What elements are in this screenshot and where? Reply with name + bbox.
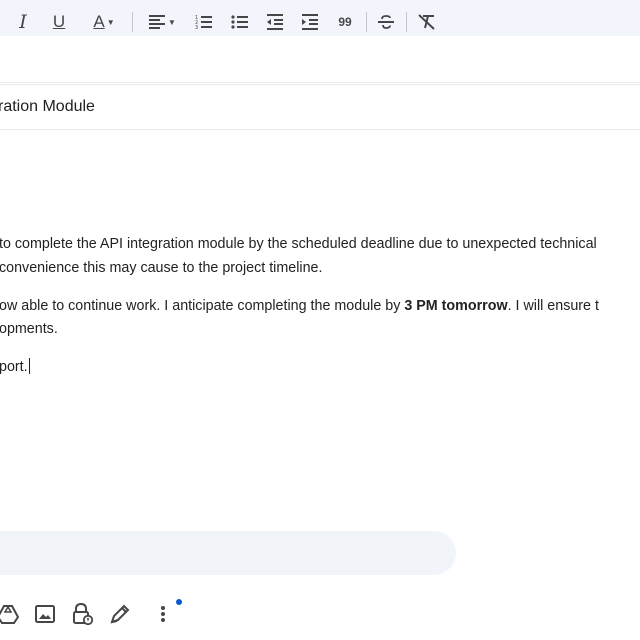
text-color-button[interactable]: A ▼ bbox=[84, 8, 124, 36]
toolbar-divider bbox=[366, 12, 367, 32]
clear-formatting-button[interactable] bbox=[414, 8, 440, 36]
text-color-icon: A bbox=[93, 12, 105, 31]
align-icon bbox=[149, 15, 166, 29]
body-line[interactable]: port. bbox=[0, 358, 30, 376]
confidential-mode-button[interactable] bbox=[70, 602, 94, 626]
subject-field[interactable]: ration Module bbox=[0, 84, 640, 130]
chevron-down-icon: ▼ bbox=[168, 17, 176, 27]
confidential-mode-icon bbox=[73, 603, 93, 625]
body-line[interactable]: ow able to continue work. I anticipate c… bbox=[0, 297, 599, 315]
body-bold-time: 3 PM tomorrow bbox=[404, 298, 508, 314]
italic-icon: I bbox=[19, 11, 27, 33]
align-button[interactable]: ▼ bbox=[142, 8, 182, 36]
body-text-segment: port. bbox=[0, 359, 28, 375]
signature-icon bbox=[110, 604, 130, 624]
more-options-button[interactable] bbox=[151, 602, 175, 626]
more-options-icon bbox=[161, 606, 165, 622]
subject-text[interactable]: ration Module bbox=[0, 98, 95, 116]
insert-photo-icon bbox=[35, 605, 55, 623]
toolbar-divider bbox=[132, 12, 133, 32]
recipients-divider bbox=[0, 82, 640, 83]
toolbar-divider bbox=[406, 12, 407, 32]
drive-icon bbox=[0, 605, 19, 624]
quote-icon: 99 bbox=[338, 15, 352, 29]
formatting-toolbar bbox=[0, 531, 456, 575]
body-line[interactable]: opments. bbox=[0, 320, 58, 338]
insert-photo-button[interactable] bbox=[33, 602, 57, 626]
underline-icon: U bbox=[52, 12, 66, 31]
bulleted-list-icon bbox=[231, 15, 248, 29]
svg-text:3: 3 bbox=[195, 25, 198, 30]
drive-button[interactable] bbox=[0, 602, 20, 626]
indent-less-button[interactable] bbox=[263, 8, 287, 36]
body-text-segment: ow able to continue work. I anticipate c… bbox=[0, 298, 405, 314]
strikethrough-button[interactable] bbox=[374, 8, 398, 36]
notification-dot bbox=[176, 599, 182, 605]
indent-more-icon bbox=[302, 14, 318, 30]
strikethrough-icon bbox=[378, 15, 394, 29]
indent-less-icon bbox=[267, 14, 283, 30]
numbered-list-button[interactable]: 123 bbox=[192, 8, 216, 36]
italic-button[interactable]: I bbox=[12, 8, 34, 36]
body-text-segment: . I will ensure t bbox=[507, 298, 599, 314]
underline-button[interactable]: U bbox=[48, 8, 70, 36]
body-line[interactable]: convenience this may cause to the projec… bbox=[0, 259, 322, 277]
quote-button[interactable]: 99 bbox=[333, 8, 357, 36]
indent-more-button[interactable] bbox=[298, 8, 322, 36]
signature-button[interactable] bbox=[108, 602, 132, 626]
clear-formatting-icon bbox=[418, 14, 435, 30]
numbered-list-icon: 123 bbox=[195, 15, 212, 30]
text-cursor bbox=[28, 358, 30, 374]
body-line[interactable]: to complete the API integration module b… bbox=[0, 235, 597, 253]
bulleted-list-button[interactable] bbox=[228, 8, 252, 36]
chevron-down-icon: ▼ bbox=[106, 17, 115, 27]
